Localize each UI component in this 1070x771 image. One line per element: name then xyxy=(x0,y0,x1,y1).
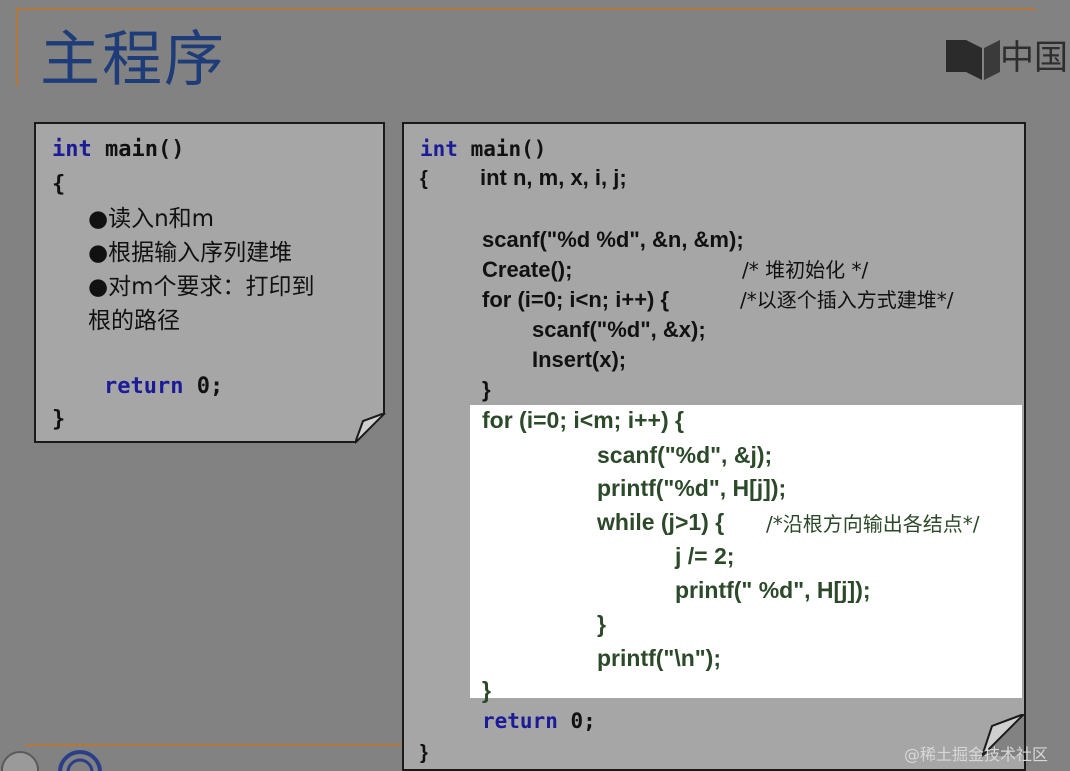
bullet-print-path-cont: 根的路径 xyxy=(88,308,180,334)
insert-line: Insert(x); xyxy=(532,347,627,372)
for-n-comment: /*以逐个插入方式建堆*/ xyxy=(740,288,954,312)
while-comment: /*沿根方向输出各结点*/ xyxy=(766,512,980,536)
main-text: main() xyxy=(457,137,547,161)
return-value: 0; xyxy=(557,709,596,733)
watermark: @稀土掘金技术社区 xyxy=(904,745,1049,764)
main-text: main() xyxy=(91,137,185,162)
left-return-line: return 0; xyxy=(104,372,223,402)
declaration-line: int n, m, x, i, j; xyxy=(480,165,627,190)
emblem-icon xyxy=(1,750,102,771)
bullet-print-path: ●对m个要求：打印到 xyxy=(88,274,315,300)
return-value: 0; xyxy=(183,374,224,399)
int-keyword: int xyxy=(52,137,92,162)
for-m-line: for (i=0; i<m; i++) { xyxy=(482,407,684,433)
return-keyword: return xyxy=(482,709,558,733)
while-line: while (j>1) { xyxy=(597,509,725,535)
for-n-close: } xyxy=(482,377,491,402)
scanf-j-line: scanf("%d", &j); xyxy=(597,442,773,468)
page-fold-icon xyxy=(355,413,386,444)
j-divide-line: j /= 2; xyxy=(675,543,735,569)
scanf-x-line: scanf("%d", &x); xyxy=(532,317,706,342)
right-close-brace: } xyxy=(420,742,428,764)
printf-hj2-line: printf(" %d", H[j]); xyxy=(675,577,871,603)
while-close: } xyxy=(597,611,606,637)
right-main-signature: int main() xyxy=(420,134,546,164)
printf-hj-line: printf("%d", H[j]); xyxy=(597,475,787,501)
logo-text: 中国 xyxy=(1000,38,1068,78)
create-comment: /* 堆初始化 */ xyxy=(742,258,869,282)
slide-title: 主程序 xyxy=(40,25,226,95)
scanf-nm-line: scanf("%d %d", &n, &m); xyxy=(482,227,744,252)
printf-newline-line: printf("\n"); xyxy=(597,645,721,671)
bullet-read-nm: ●读入n和m xyxy=(88,206,215,232)
left-open-brace: { xyxy=(52,172,66,197)
left-border-line xyxy=(16,8,18,86)
for-m-close: } xyxy=(482,677,491,703)
left-main-signature: int main() xyxy=(52,135,184,165)
return-keyword: return xyxy=(104,374,184,399)
right-return-line: return 0; xyxy=(482,706,596,736)
create-line: Create(); xyxy=(482,257,573,282)
bottom-border-line xyxy=(26,744,404,746)
for-n-line: for (i=0; i<n; i++) { xyxy=(482,287,670,312)
right-open-brace: { xyxy=(420,168,428,190)
bullet-build-heap: ●根据输入序列建堆 xyxy=(88,240,293,266)
top-border-line xyxy=(18,8,1036,10)
int-keyword: int xyxy=(420,137,458,161)
left-close-brace: } xyxy=(52,407,66,432)
